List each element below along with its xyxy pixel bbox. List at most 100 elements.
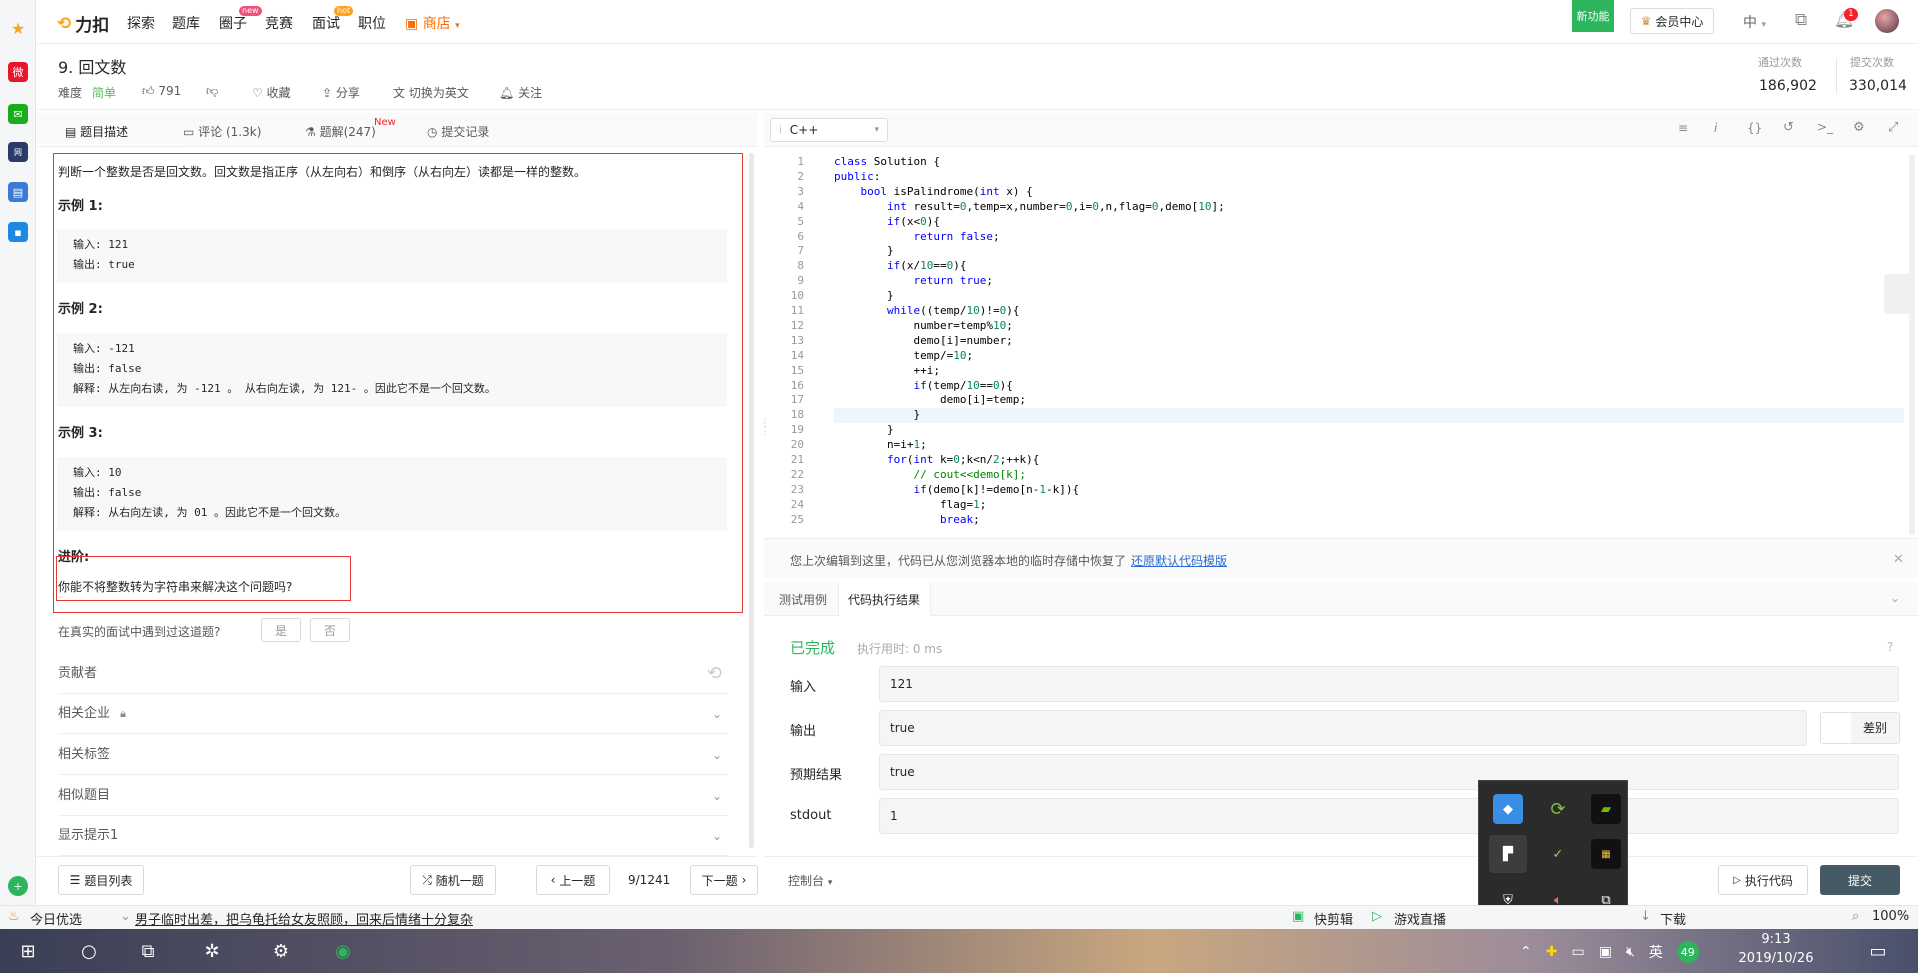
- code-scrollbar[interactable]: [1909, 155, 1915, 535]
- splitter-handle[interactable]: ⋮ ⋮: [760, 419, 770, 470]
- bookmark-tray-icon[interactable]: ▛: [1489, 835, 1527, 873]
- restore-default-link[interactable]: 还原默认代码模版: [1131, 552, 1227, 569]
- language-select[interactable]: i C++ ▾: [770, 118, 888, 142]
- tab-result[interactable]: 代码执行结果: [848, 591, 920, 608]
- side-float-panel[interactable]: [1884, 274, 1914, 314]
- tab-testcase[interactable]: 测试用例: [779, 591, 827, 608]
- app-tray-icon[interactable]: ◆: [1493, 794, 1523, 824]
- chevron-up-icon[interactable]: ⌃: [1520, 944, 1532, 960]
- tab-description[interactable]: ▤ 题目描述: [65, 123, 128, 140]
- fullscreen-icon[interactable]: ⤢: [1888, 120, 1898, 135]
- reset-icon[interactable]: ↺: [1783, 120, 1794, 135]
- chat-icon[interactable]: ▪: [8, 222, 28, 242]
- settings-icon[interactable]: ⚙: [1853, 120, 1865, 135]
- zoom-level[interactable]: 100%: [1872, 909, 1909, 924]
- plus-icon[interactable]: ✚: [1546, 944, 1558, 960]
- logo[interactable]: ⟲ 力扣: [57, 11, 109, 37]
- run-code-button[interactable]: ▷ 执行代码: [1718, 865, 1808, 895]
- nav-circle[interactable]: 圈子 new: [219, 6, 262, 33]
- today-picks[interactable]: 今日优选: [30, 909, 82, 928]
- nav-explore[interactable]: 探索: [127, 13, 155, 33]
- accordion-contributors[interactable]: 贡献者 ⟲: [58, 654, 728, 694]
- nav-contest[interactable]: 竞赛: [265, 13, 293, 33]
- weibo-icon[interactable]: 微: [8, 62, 28, 82]
- close-icon[interactable]: ✕: [1893, 552, 1904, 567]
- doc-icon[interactable]: ▤: [8, 182, 28, 202]
- code-line[interactable]: n=i+1;: [834, 438, 927, 453]
- chevron-down-icon[interactable]: ⌄: [1890, 591, 1900, 605]
- search-circle-icon[interactable]: ○: [75, 937, 103, 965]
- code-line[interactable]: return false;: [834, 230, 999, 245]
- code-line[interactable]: }: [834, 408, 1904, 424]
- code-line[interactable]: class Solution {: [834, 155, 940, 170]
- code-line[interactable]: }: [834, 423, 894, 438]
- follow-button[interactable]: 🔔︎ 关注: [499, 84, 542, 101]
- accordion-tags[interactable]: 相关标签 ⌄: [58, 735, 728, 775]
- mail-icon[interactable]: ✉: [8, 104, 28, 124]
- nvidia-tray-icon[interactable]: ▰: [1591, 794, 1621, 824]
- code-line[interactable]: }: [834, 289, 894, 304]
- tab-comments[interactable]: ▭ 评论 (1.3k): [183, 123, 261, 140]
- format-icon[interactable]: ≡: [1678, 121, 1688, 135]
- game-icon[interactable]: 网: [8, 142, 28, 162]
- submit-button[interactable]: 提交: [1820, 865, 1900, 895]
- braces-icon[interactable]: {}: [1747, 121, 1762, 135]
- new-feature-flag[interactable]: 新功能: [1572, 0, 1614, 32]
- code-line[interactable]: if(temp/10==0){: [834, 379, 1012, 394]
- code-line[interactable]: temp/=10;: [834, 349, 973, 364]
- gpu-tray-icon[interactable]: ▦: [1591, 839, 1621, 869]
- code-editor[interactable]: 1 class Solution {2 public: 3 bool isPalind…: [764, 155, 1918, 535]
- code-line[interactable]: if(demo[k]!=demo[n-1-k]){: [834, 483, 1079, 498]
- kuaijian-link[interactable]: 快剪辑: [1314, 909, 1353, 928]
- code-line[interactable]: return true;: [834, 274, 993, 289]
- accordion-companies[interactable]: 相关企业 🔒︎ ⌄: [58, 694, 728, 734]
- tab-submissions[interactable]: ◷ 提交记录: [427, 123, 489, 140]
- task-view-icon[interactable]: ⧉: [134, 937, 162, 965]
- code-line[interactable]: number=temp%10;: [834, 319, 1012, 334]
- code-line[interactable]: demo[i]=temp;: [834, 393, 1026, 408]
- accordion-similar[interactable]: 相似题目 ⌄: [58, 776, 728, 816]
- code-line[interactable]: if(x/10==0){: [834, 259, 967, 274]
- help-icon[interactable]: ?: [1887, 640, 1893, 654]
- description-scrollbar[interactable]: [749, 153, 754, 848]
- random-button[interactable]: ⤮ 随机一题: [410, 865, 496, 895]
- add-icon[interactable]: +: [8, 876, 28, 896]
- fan-icon[interactable]: ✲: [198, 937, 226, 965]
- diff-toggle[interactable]: 差别: [1820, 712, 1900, 744]
- language-selector[interactable]: 中 ▾: [1743, 12, 1766, 32]
- thumb-down-icon[interactable]: 👎︎: [206, 84, 218, 99]
- star-icon[interactable]: ★: [8, 18, 28, 38]
- code-line[interactable]: break;: [834, 513, 980, 528]
- code-line[interactable]: for(int k=0;k<n/2;++k){: [834, 453, 1039, 468]
- switch-english-button[interactable]: 文 切换为英文: [393, 84, 469, 101]
- prev-button[interactable]: ‹ 上一题: [536, 865, 610, 895]
- browser-icon[interactable]: ◉: [329, 937, 357, 965]
- code-line[interactable]: if(x<0){: [834, 215, 940, 230]
- like-button[interactable]: 👍︎ 791: [142, 84, 181, 99]
- next-button[interactable]: 下一题 ›: [690, 865, 758, 895]
- nav-store[interactable]: ▣ 商店 ▾: [405, 13, 460, 33]
- sync-tray-icon[interactable]: ⟳: [1543, 794, 1573, 824]
- tab-solutions[interactable]: ⚗ 题解(247): [305, 123, 376, 140]
- avatar[interactable]: [1875, 9, 1899, 33]
- battery-icon[interactable]: ▭: [1571, 944, 1584, 960]
- settings-icon[interactable]: ⚙: [267, 937, 295, 965]
- windows-start-icon[interactable]: ⊞: [14, 937, 42, 965]
- nav-interview[interactable]: 面试 hot: [312, 6, 354, 33]
- code-line[interactable]: // cout<<demo[k];: [834, 468, 1026, 483]
- score-badge[interactable]: 49: [1676, 941, 1699, 963]
- nav-problems[interactable]: 题库: [172, 13, 200, 33]
- terminal-icon[interactable]: >_: [1817, 120, 1833, 134]
- code-line[interactable]: int result=0,temp=x,number=0,i=0,n,flag=…: [834, 200, 1225, 215]
- game-live-link[interactable]: 游戏直播: [1394, 909, 1446, 928]
- no-button[interactable]: 否: [310, 618, 350, 642]
- mute-icon[interactable]: 🔇︎: [1626, 944, 1635, 960]
- info-icon[interactable]: i: [1714, 121, 1717, 135]
- notification-center-icon[interactable]: ▭: [1864, 937, 1892, 965]
- code-line[interactable]: flag=1;: [834, 498, 986, 513]
- favorite-button[interactable]: ♡ 收藏: [252, 84, 291, 101]
- vip-button[interactable]: ♛ 会员中心: [1630, 8, 1714, 34]
- download-link[interactable]: 下载: [1660, 909, 1686, 928]
- code-line[interactable]: ++i;: [834, 364, 940, 379]
- diff-switch[interactable]: [1821, 713, 1851, 743]
